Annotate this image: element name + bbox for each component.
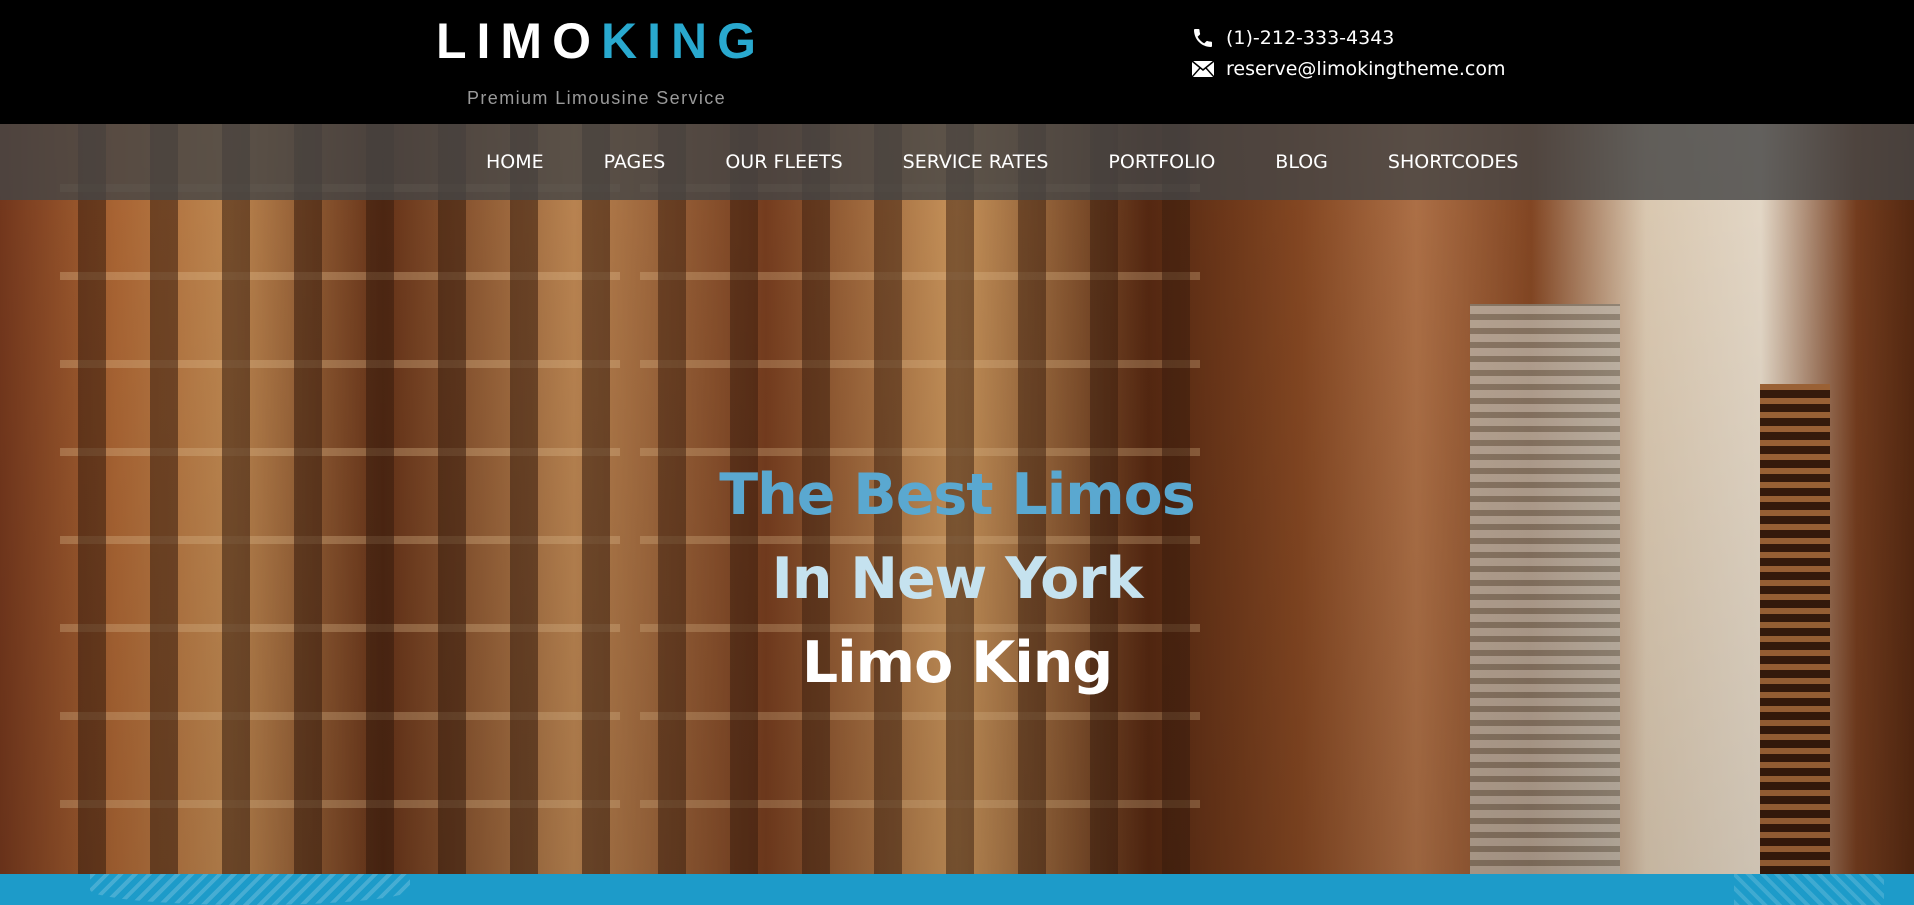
contact-info: (1)-212-333-4343 reserve@limokingtheme.c… xyxy=(1190,22,1506,84)
hero-line-2: In New York xyxy=(771,546,1144,612)
nav-menu: HOME PAGES OUR FLEETS SERVICE RATES PORT… xyxy=(486,124,1518,200)
envelope-icon xyxy=(1190,57,1216,81)
page: LIMOKING Premium Limousine Service (1)-2… xyxy=(0,0,1914,905)
strip-decoration-left xyxy=(90,874,410,905)
nav-item-home[interactable]: HOME xyxy=(486,151,544,173)
hero-line-1: The Best Limos xyxy=(719,462,1195,528)
logo-word-king: KING xyxy=(600,13,766,69)
logo-tagline: Premium Limousine Service xyxy=(467,88,727,108)
logo-wordmark: LIMOKING xyxy=(436,12,786,70)
nav-item-our-fleets[interactable]: OUR FLEETS xyxy=(725,151,842,173)
site-logo[interactable]: LIMOKING Premium Limousine Service xyxy=(436,12,786,109)
nav-item-shortcodes[interactable]: SHORTCODES xyxy=(1388,151,1519,173)
strip-decoration-right xyxy=(1734,874,1884,905)
logo-word-limo: LIMO xyxy=(436,13,601,69)
contact-phone[interactable]: (1)-212-333-4343 xyxy=(1226,27,1394,49)
nav-item-service-rates[interactable]: SERVICE RATES xyxy=(903,151,1049,173)
nav-item-pages[interactable]: PAGES xyxy=(604,151,666,173)
contact-email-row: reserve@limokingtheme.com xyxy=(1190,53,1506,84)
site-header: LIMOKING Premium Limousine Service (1)-2… xyxy=(0,0,1914,124)
phone-icon xyxy=(1190,26,1216,50)
contact-email[interactable]: reserve@limokingtheme.com xyxy=(1226,58,1506,80)
contact-phone-row: (1)-212-333-4343 xyxy=(1190,22,1506,53)
nav-item-portfolio[interactable]: PORTFOLIO xyxy=(1108,151,1215,173)
bottom-section-strip xyxy=(0,874,1914,905)
nav-item-blog[interactable]: BLOG xyxy=(1275,151,1328,173)
hero-line-3: Limo King xyxy=(801,630,1113,696)
main-navigation: HOME PAGES OUR FLEETS SERVICE RATES PORT… xyxy=(0,124,1914,200)
hero-headline: The Best Limos In New York Limo King xyxy=(0,453,1914,705)
